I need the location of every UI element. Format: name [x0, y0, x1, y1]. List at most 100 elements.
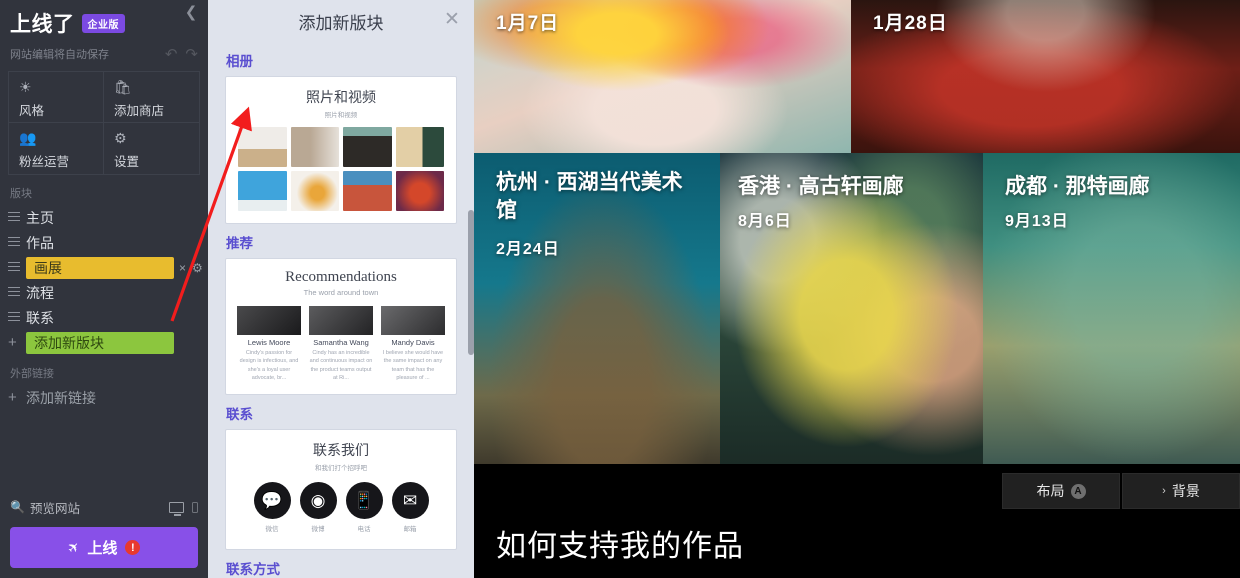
- gallery-tile[interactable]: 杭州 · 西湖当代美术馆 2月24日: [474, 153, 720, 464]
- undo-redo-group: ↶ ↷: [165, 47, 198, 62]
- palette-icon: ☀: [19, 79, 32, 95]
- close-icon[interactable]: ×: [179, 261, 186, 275]
- contact-channel: 📱 电话: [345, 482, 383, 533]
- photo-thumb-grid: [234, 127, 448, 211]
- editor-app: 上线了 企业版 ❮ 网站编辑将自动保存 ↶ ↷ ☀ 风格 🛍 添加商店 👥 粉丝…: [0, 0, 1240, 578]
- desktop-icon[interactable]: [169, 501, 184, 516]
- sidebar-item-works[interactable]: 作品: [0, 230, 208, 255]
- device-toggle-group: [169, 501, 198, 516]
- photo-thumb: [290, 171, 339, 211]
- autosave-text: 网站编辑将自动保存: [10, 49, 109, 61]
- photo-thumb: [238, 127, 287, 167]
- avatar: [309, 306, 373, 335]
- gallery-tile[interactable]: 1月28日: [851, 0, 1240, 153]
- autosave-row: 网站编辑将自动保存 ↶ ↷: [10, 44, 198, 64]
- wechat-icon: 💬: [253, 482, 291, 519]
- shop-add-icon: 🛍: [114, 79, 132, 95]
- sidebar-item-add-link[interactable]: + 添加新链接: [0, 385, 208, 410]
- external-links-label: 外部链接: [10, 368, 54, 380]
- channel-label: 微信: [265, 526, 279, 533]
- gallery-tile[interactable]: 香港 · 高古轩画廊 8月6日: [720, 153, 983, 464]
- contact-channel: 💬 微信: [253, 482, 291, 533]
- sidebar-item-exhibition[interactable]: 画展 × ⚙: [0, 255, 208, 280]
- drag-handle-icon[interactable]: [8, 311, 26, 324]
- sidebar-item-contact[interactable]: 联系: [0, 305, 208, 330]
- brand-logo: 上线了: [10, 12, 75, 36]
- recommendation-grid: Lewis Moore Cindy's passion for design i…: [234, 306, 448, 382]
- template-card-recommendations[interactable]: Recommendations The word around town Lew…: [225, 258, 457, 395]
- background-button[interactable]: › 背景: [1122, 473, 1240, 509]
- mobile-icon[interactable]: [192, 501, 198, 513]
- weibo-icon: ◉: [299, 482, 337, 519]
- mail-icon: ✉: [391, 482, 429, 519]
- template-card-photos[interactable]: 照片和视频 照片和视频: [225, 76, 457, 224]
- recommendation-item: Lewis Moore Cindy's passion for design i…: [237, 306, 301, 382]
- undo-arrow-icon[interactable]: ↶: [165, 47, 178, 62]
- row-actions: × ⚙: [179, 261, 203, 275]
- contact-channel-list: 💬 微信 ◉ 微博 📱 电话 ✉ 邮箱: [234, 482, 448, 533]
- sections-label: 版块: [10, 188, 32, 200]
- drag-handle-icon[interactable]: [8, 261, 26, 274]
- layout-button[interactable]: 布局 A: [1002, 473, 1120, 509]
- editor-button-group: 布局 A › 背景: [1002, 473, 1240, 509]
- card-subheading: 照片和视频: [324, 112, 358, 119]
- quick-action-settings[interactable]: ⚙ 设置: [104, 123, 199, 174]
- channel-label: 微博: [311, 526, 325, 533]
- gallery-tile[interactable]: 1月7日: [474, 0, 851, 153]
- contact-channel: ✉ 邮箱: [391, 482, 429, 533]
- sidebar-item-label: 画展: [26, 256, 174, 279]
- layout-label: 布局: [1036, 483, 1065, 499]
- photo-thumb: [395, 171, 444, 211]
- redo-arrow-icon[interactable]: ↷: [185, 47, 198, 62]
- left-sidebar: 上线了 企业版 ❮ 网站编辑将自动保存 ↶ ↷ ☀ 风格 🛍 添加商店 👥 粉丝…: [0, 0, 208, 578]
- sidebar-item-label: 主页: [26, 209, 54, 226]
- recommendation-item: Samantha Wang Cindy has an incredible an…: [309, 306, 373, 382]
- quick-actions-grid: ☀ 风格 🛍 添加商店 👥 粉丝运营 ⚙ 设置: [8, 71, 200, 175]
- key-badge-icon: A: [1070, 483, 1086, 499]
- quick-action-style[interactable]: ☀ 风格: [9, 72, 104, 123]
- enterprise-badge: 企业版: [81, 13, 125, 33]
- gallery-tile[interactable]: 成都 · 那特画廊 9月13日: [983, 153, 1240, 464]
- quick-action-add-shop[interactable]: 🛍 添加商店: [104, 72, 199, 123]
- card-heading: 联系我们: [313, 444, 369, 459]
- sidebar-item-label: 添加新版块: [26, 331, 174, 354]
- close-icon[interactable]: ✕: [442, 10, 462, 30]
- tile-title: 成都 · 那特画廊: [1005, 175, 1150, 198]
- avatar: [237, 306, 301, 335]
- category-title-contact-info: 联系方式: [226, 562, 280, 577]
- person-quote: Cindy has an incredible and continuous i…: [309, 350, 373, 381]
- warning-badge: !: [125, 540, 141, 555]
- publish-label: 上线: [87, 540, 118, 557]
- person-quote: I believe she would have the same impact…: [382, 350, 444, 381]
- category-title-recommend: 推荐: [226, 236, 253, 251]
- preview-row: 🔍 预览网站: [10, 493, 198, 521]
- brand-row: 上线了 企业版: [10, 8, 198, 38]
- quick-action-fans[interactable]: 👥 粉丝运营: [9, 123, 104, 174]
- sidebar-footer: 🔍 预览网站 ✈ 上线 !: [0, 493, 208, 578]
- tile-date: 1月28日: [873, 13, 948, 34]
- sidebar-item-home[interactable]: 主页: [0, 205, 208, 230]
- drag-handle-icon[interactable]: [8, 286, 26, 299]
- rocket-icon: ✈: [63, 537, 83, 557]
- drag-handle-icon[interactable]: [8, 211, 26, 224]
- card-heading: Recommendations: [285, 269, 397, 285]
- panel-header: 添加新版块 ✕: [208, 0, 474, 42]
- sidebar-item-process[interactable]: 流程: [0, 280, 208, 305]
- panel-body[interactable]: 相册 照片和视频 照片和视频 推荐 Recommendations The wo…: [208, 42, 474, 578]
- tile-title: 香港 · 高古轩画廊: [738, 175, 904, 198]
- sidebar-item-label: 作品: [26, 234, 54, 251]
- sidebar-item-add-section[interactable]: + 添加新版块: [0, 330, 208, 355]
- recommendation-item: Mandy Davis I believe she would have the…: [381, 306, 445, 382]
- quick-action-label: 添加商店: [114, 104, 165, 118]
- tile-date: 8月6日: [738, 213, 792, 230]
- gallery-top-row: 1月7日 1月28日: [474, 0, 1240, 153]
- gear-icon[interactable]: ⚙: [192, 261, 203, 275]
- publish-button[interactable]: ✈ 上线 !: [10, 527, 198, 568]
- card-subheading: The word around town: [303, 288, 379, 297]
- chevron-left-icon[interactable]: ❮: [182, 4, 200, 22]
- panel-title: 添加新版块: [298, 13, 384, 33]
- drag-handle-icon[interactable]: [8, 236, 26, 249]
- preview-site-button[interactable]: 🔍 预览网站: [10, 498, 169, 517]
- template-card-contact[interactable]: 联系我们 和我们打个招呼吧 💬 微信 ◉ 微博 📱 电话 ✉ 邮箱: [225, 429, 457, 550]
- gallery-mid-row: 杭州 · 西湖当代美术馆 2月24日 香港 · 高古轩画廊 8月6日 成都 · …: [474, 153, 1240, 464]
